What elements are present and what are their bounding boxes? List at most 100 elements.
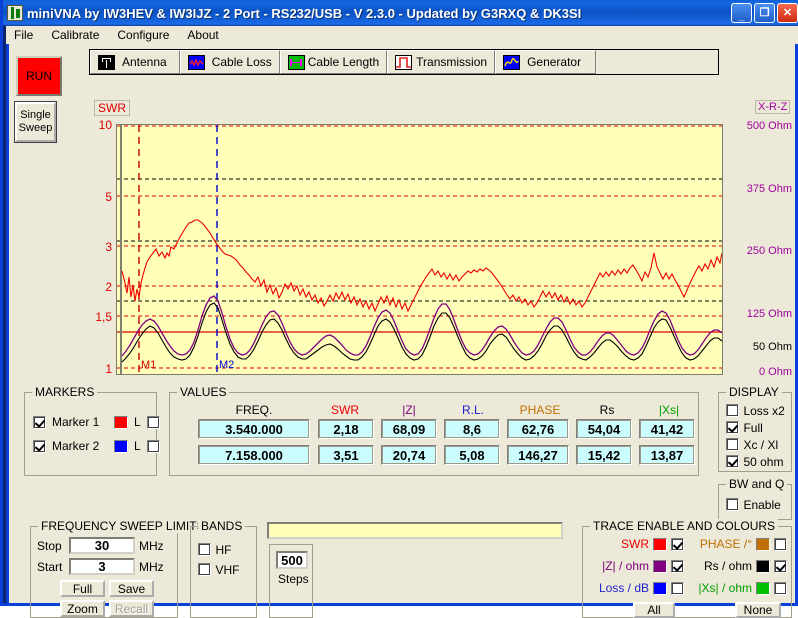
marker-2-colour-swatch[interactable]: [114, 439, 128, 453]
swr-chart[interactable]: M1 M2: [116, 124, 723, 375]
trace-phase-label: PHASE /°: [699, 537, 752, 551]
bw-and-q-panel: BW and Q Enable: [718, 477, 792, 520]
save-button[interactable]: Save: [109, 580, 154, 597]
window-title: miniVNA by IW3HEV & IW3IJZ - 2 Port - RS…: [27, 5, 582, 21]
minimize-button[interactable]: _: [731, 3, 752, 23]
status-bar: [267, 522, 563, 539]
stop-input[interactable]: 30: [69, 537, 135, 554]
trace-z-checkbox[interactable]: [671, 559, 684, 573]
trace-swr-colour-swatch[interactable]: [653, 537, 667, 551]
xrz-axis-tag: X-R-Z: [755, 100, 791, 114]
band-vhf-row[interactable]: VHF: [198, 561, 239, 579]
value-m2-rl[interactable]: 5,08: [444, 445, 500, 465]
trace-z-colour-swatch[interactable]: [653, 559, 667, 573]
recall-button: Recall: [109, 600, 154, 617]
antenna-icon: [98, 54, 115, 70]
client-area: RUN Single Sweep Antenna Cable Loss Cabl…: [6, 44, 798, 618]
full-checkbox[interactable]: [726, 421, 739, 435]
y-left-tick-3: 2: [105, 280, 112, 294]
start-unit: MHz: [139, 559, 164, 574]
trace-phase-checkbox[interactable]: [774, 537, 787, 551]
marker-1-label: Marker 1: [52, 415, 100, 429]
none-traces-button[interactable]: None: [735, 602, 781, 618]
full-button[interactable]: Full: [60, 580, 105, 597]
marker-1-l-checkbox[interactable]: [146, 415, 160, 429]
value-m2-freq[interactable]: 7.158.000: [198, 445, 310, 465]
menu-item-about[interactable]: About: [185, 27, 220, 43]
start-input[interactable]: 3: [69, 558, 135, 575]
tab-cable-loss[interactable]: Cable Loss: [179, 50, 280, 74]
single-sweep-button[interactable]: Single Sweep: [14, 101, 57, 143]
trace-row-z: |Z| / ohm: [587, 559, 684, 573]
fifty-ohm-checkbox[interactable]: [726, 455, 739, 469]
display-caption: DISPLAY: [726, 385, 782, 399]
values-header-phase: PHASE: [519, 403, 561, 417]
y-left-tick-5: 1: [105, 362, 112, 376]
value-m1-rl[interactable]: 8,6: [444, 419, 500, 439]
maximize-button[interactable]: ❐: [754, 3, 775, 23]
xc-xl-checkbox[interactable]: [726, 438, 739, 452]
marker-2-label: M2: [219, 359, 234, 371]
tab-antenna[interactable]: Antenna: [90, 50, 180, 74]
trace-swr-checkbox[interactable]: [671, 537, 684, 551]
value-m1-swr[interactable]: 2,18: [318, 419, 374, 439]
close-button[interactable]: ✕: [777, 3, 798, 23]
marker-2-checkbox[interactable]: [33, 439, 46, 453]
value-m2-xs[interactable]: 13,87: [639, 445, 695, 465]
marker-2-l-checkbox[interactable]: [146, 439, 160, 453]
trace-rs-checkbox[interactable]: [774, 559, 787, 573]
tab-cable-length[interactable]: Cable Length: [279, 50, 388, 74]
frequency-sweep-limits-panel: FREQUENCY SWEEP LIMITS Stop 30 MHz Start…: [30, 519, 208, 618]
trace-row-loss: Loss / dB: [587, 581, 684, 595]
start-row: Start 3 MHz: [37, 558, 164, 575]
marker-row-1: Marker 1 L: [33, 415, 160, 429]
trace-xs-checkbox[interactable]: [774, 581, 787, 595]
value-m2-rs[interactable]: 15,42: [576, 445, 632, 465]
menu-item-calibrate[interactable]: Calibrate: [49, 27, 101, 43]
y-left-tick-4: 1,5: [95, 310, 112, 324]
trace-phase-colour-swatch[interactable]: [756, 537, 770, 551]
values-header-rl: R.L.: [461, 403, 484, 417]
band-hf-row[interactable]: HF: [198, 541, 231, 559]
steps-input[interactable]: 500: [276, 551, 308, 569]
tab-transmission[interactable]: Transmission: [387, 50, 496, 74]
value-m1-xs[interactable]: 41,42: [639, 419, 695, 439]
hf-checkbox[interactable]: [198, 543, 211, 557]
marker-1-colour-swatch[interactable]: [114, 415, 128, 429]
display-item-50-ohm[interactable]: 50 ohm: [726, 453, 783, 471]
tab-generator[interactable]: Generator: [495, 50, 597, 74]
display-panel: DISPLAY Loss x2 Full Xc / Xl 50 ohm: [718, 385, 792, 472]
values-header-swr: SWR: [331, 403, 359, 417]
value-m2-z[interactable]: 20,74: [381, 445, 437, 465]
value-m1-phase[interactable]: 62,76: [507, 419, 569, 439]
display-item-xc-xl[interactable]: Xc / Xl: [726, 436, 778, 454]
tab-antenna-label: Antenna: [122, 55, 167, 69]
trace-loss-colour-swatch[interactable]: [653, 581, 667, 595]
display-item-loss-x2[interactable]: Loss x2: [726, 402, 785, 420]
menu-bar: File Calibrate Configure About: [6, 26, 798, 44]
all-traces-button[interactable]: All: [633, 602, 675, 618]
loss-x2-checkbox[interactable]: [726, 404, 739, 418]
value-m2-phase[interactable]: 146,27: [507, 445, 569, 465]
vhf-checkbox[interactable]: [198, 563, 211, 577]
display-item-full[interactable]: Full: [726, 419, 763, 437]
y-right-tick-5: 0 Ohm: [758, 366, 792, 378]
marker-1-checkbox[interactable]: [33, 415, 46, 429]
menu-item-configure[interactable]: Configure: [115, 27, 171, 43]
y-left-tick-1: 5: [105, 190, 112, 204]
y-right-tick-1: 375 Ohm: [746, 183, 792, 195]
trace-xs-colour-swatch[interactable]: [756, 581, 770, 595]
bw-q-enable-checkbox[interactable]: [726, 498, 739, 512]
bw-q-enable-row[interactable]: Enable: [726, 496, 781, 514]
zoom-button[interactable]: Zoom: [60, 600, 105, 617]
value-m1-z[interactable]: 68,09: [381, 419, 437, 439]
trace-loss-checkbox[interactable]: [671, 581, 684, 595]
run-button[interactable]: RUN: [16, 56, 62, 96]
trace-rs-colour-swatch[interactable]: [756, 559, 770, 573]
menu-item-file[interactable]: File: [12, 27, 35, 43]
vhf-label: VHF: [215, 563, 240, 577]
value-m1-freq[interactable]: 3.540.000: [198, 419, 310, 439]
xc-xl-label: Xc / Xl: [743, 438, 779, 452]
value-m1-rs[interactable]: 54,04: [576, 419, 632, 439]
value-m2-swr[interactable]: 3,51: [318, 445, 374, 465]
